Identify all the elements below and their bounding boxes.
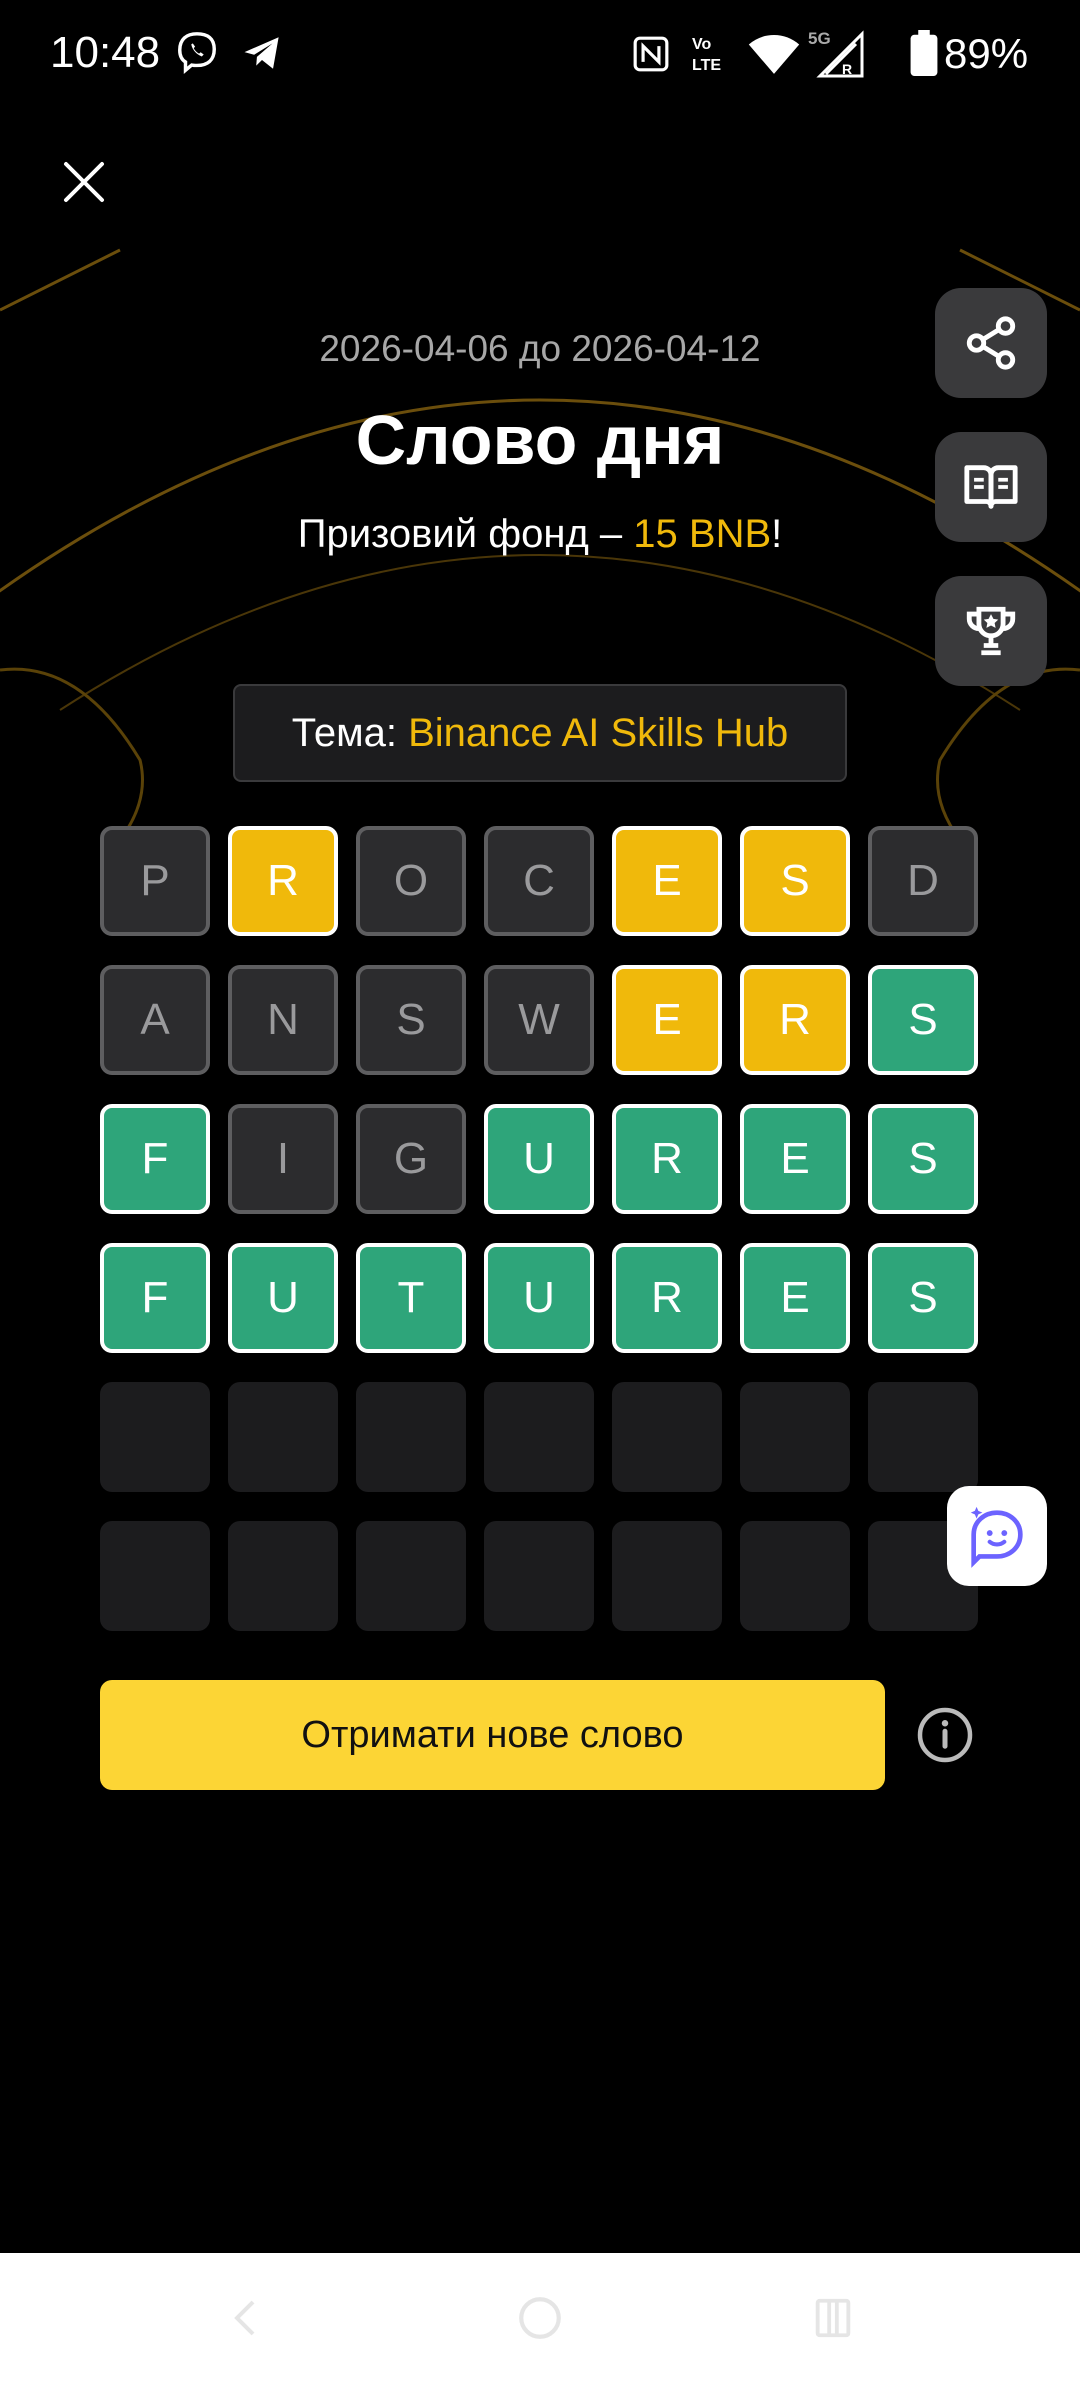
word-grid: PROCESDANSWERSFIGURESFUTURES [100,826,980,1660]
letter-tile: I [228,1104,338,1214]
svg-text:5G: 5G [808,29,831,48]
letter-tile: U [484,1243,594,1353]
letter-tile: S [868,1243,978,1353]
wifi-icon [748,35,800,74]
theme-value: Binance AI Skills Hub [408,710,789,755]
grid-row [100,1382,980,1492]
letter-tile [356,1521,466,1631]
letter-tile: U [228,1243,338,1353]
telegram-icon [244,37,279,69]
battery-percent: 89% [944,30,1029,77]
ai-assistant-button[interactable] [947,1486,1047,1586]
letter-tile [740,1521,850,1631]
grid-row: PROCESD [100,826,980,936]
page-title: Слово дня [355,401,725,479]
letter-tile: R [612,1243,722,1353]
info-icon[interactable] [915,1705,975,1765]
letter-tile: F [100,1243,210,1353]
letter-tile: P [100,826,210,936]
grid-row: FUTURES [100,1243,980,1353]
letter-tile [100,1521,210,1631]
letter-tile: R [228,826,338,936]
letter-tile [228,1382,338,1492]
letter-tile [612,1382,722,1492]
grid-row: ANSWERS [100,965,980,1075]
letter-tile [100,1382,210,1492]
theme-box: Тема: Binance AI Skills Hub [233,684,847,782]
letter-tile: W [484,965,594,1075]
prize-amount: 15 BNB [633,512,772,556]
letter-tile: N [228,965,338,1075]
date-range: 2026-04-06 до 2026-04-12 [319,328,761,369]
letter-tile [868,1382,978,1492]
system-nav-bar [0,2253,1080,2388]
letter-tile: S [868,1104,978,1214]
theme-label: Тема: [291,710,409,755]
prize-label: Призовий фонд – [297,512,634,556]
home-nav-icon[interactable] [515,2293,565,2343]
svg-text:LTE: LTE [692,57,721,74]
letter-tile: S [868,965,978,1075]
letter-tile: F [100,1104,210,1214]
letter-tile: R [740,965,850,1075]
letter-tile: S [740,826,850,936]
recents-nav-icon[interactable] [810,2293,856,2343]
letter-tile [484,1382,594,1492]
grid-row: FIGURES [100,1104,980,1214]
letter-tile: C [484,826,594,936]
trophy-icon [966,606,1016,656]
letter-tile [484,1521,594,1631]
leaderboard-button[interactable] [935,576,1047,686]
volte-icon: Vo LTE [692,36,721,74]
ai-assistant-icon [970,1506,1023,1568]
letter-tile [740,1382,850,1492]
letter-tile: T [356,1243,466,1353]
get-new-word-button[interactable]: Отримати нове слово [100,1680,885,1790]
letter-tile [356,1382,466,1492]
svg-text:R: R [842,61,852,77]
close-icon[interactable] [52,150,116,214]
status-time: 10:48 [50,28,161,77]
letter-tile [228,1521,338,1631]
letter-tile: D [868,826,978,936]
prize-suffix: ! [771,512,783,556]
letter-tile: R [612,1104,722,1214]
letter-tile: E [740,1243,850,1353]
letter-tile: S [356,965,466,1075]
svg-text:Vo: Vo [692,36,711,53]
back-nav-icon[interactable] [225,2293,265,2343]
letter-tile: A [100,965,210,1075]
prize-fund: Призовий фонд – 15 BNB! [0,512,1080,557]
nfc-icon [633,36,669,72]
letter-tile: E [612,826,722,936]
letter-tile: O [356,826,466,936]
battery-icon [910,30,938,76]
status-bar: 10:48 Vo LTE 5G R 89% [0,0,1080,110]
app-screen: 10:48 Vo LTE 5G R 89% 2026-04-06 до 2026… [0,0,1080,2388]
letter-tile: E [612,965,722,1075]
letter-tile: G [356,1104,466,1214]
letter-tile: U [484,1104,594,1214]
letter-tile [612,1521,722,1631]
grid-row [100,1521,980,1631]
signal-5g-icon: 5G R [808,29,864,78]
letter-tile: E [740,1104,850,1214]
viber-icon [178,32,216,74]
